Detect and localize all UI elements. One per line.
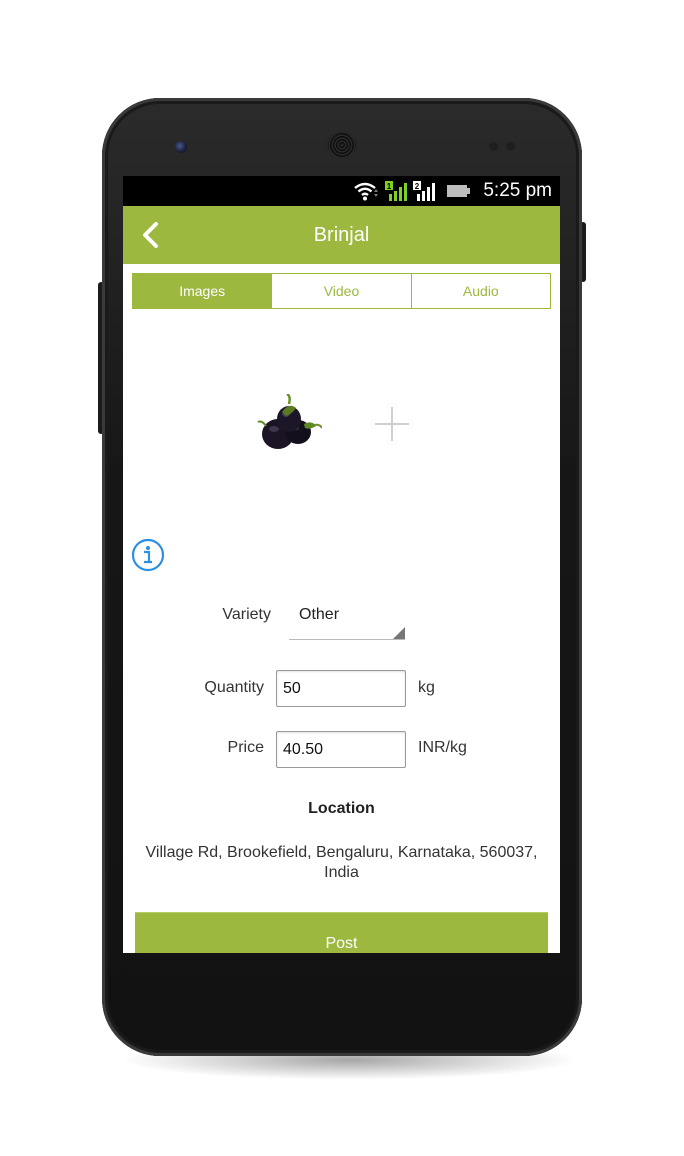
variety-dropdown[interactable]: Other bbox=[289, 602, 405, 640]
price-unit: INR/kg bbox=[418, 739, 467, 756]
wifi-icon bbox=[354, 182, 379, 201]
price-label: Price bbox=[227, 739, 264, 756]
proximity-sensor bbox=[489, 142, 498, 151]
tab-audio[interactable]: Audio bbox=[410, 274, 550, 308]
variety-label: Variety bbox=[222, 606, 271, 623]
earpiece-speaker bbox=[328, 133, 356, 157]
light-sensor bbox=[506, 142, 515, 151]
sim1-signal-icon: 1 bbox=[385, 181, 408, 201]
tab-images[interactable]: Images bbox=[133, 274, 272, 308]
media-gallery bbox=[123, 394, 560, 454]
variety-value: Other bbox=[299, 606, 340, 623]
plus-icon[interactable] bbox=[374, 406, 410, 442]
quantity-input[interactable] bbox=[276, 670, 406, 707]
eggplant-thumbnail[interactable] bbox=[256, 394, 322, 452]
app-bar: Brinjal bbox=[123, 206, 560, 264]
app-screen: 1 2 5:25 pm Brinjal Images Video Audio V… bbox=[123, 176, 560, 953]
sim2-label: 2 bbox=[415, 182, 420, 191]
sim2-signal-icon: 2 bbox=[413, 181, 436, 201]
price-input[interactable] bbox=[276, 731, 406, 768]
front-camera bbox=[175, 141, 187, 153]
back-button[interactable] bbox=[135, 220, 165, 250]
location-address: Village Rd, Brookefield, Bengaluru, Karn… bbox=[145, 844, 538, 881]
post-button[interactable]: Post bbox=[135, 912, 548, 953]
chevron-left-icon bbox=[143, 222, 158, 248]
media-tabs: Images Video Audio bbox=[132, 273, 551, 309]
status-bar: 1 2 5:25 pm bbox=[123, 176, 560, 206]
quantity-unit: kg bbox=[418, 679, 435, 696]
dropdown-caret-icon bbox=[393, 627, 405, 639]
device-mockup: 1 2 5:25 pm Brinjal Images Video Audio V… bbox=[0, 0, 684, 1156]
status-time: 5:25 pm bbox=[483, 180, 552, 201]
battery-icon bbox=[447, 185, 471, 197]
quantity-label: Quantity bbox=[204, 679, 264, 696]
info-icon[interactable] bbox=[131, 538, 165, 572]
sim1-label: 1 bbox=[387, 182, 392, 191]
tab-video[interactable]: Video bbox=[271, 274, 410, 308]
page-title: Brinjal bbox=[313, 223, 370, 246]
location-title: Location bbox=[308, 800, 375, 817]
